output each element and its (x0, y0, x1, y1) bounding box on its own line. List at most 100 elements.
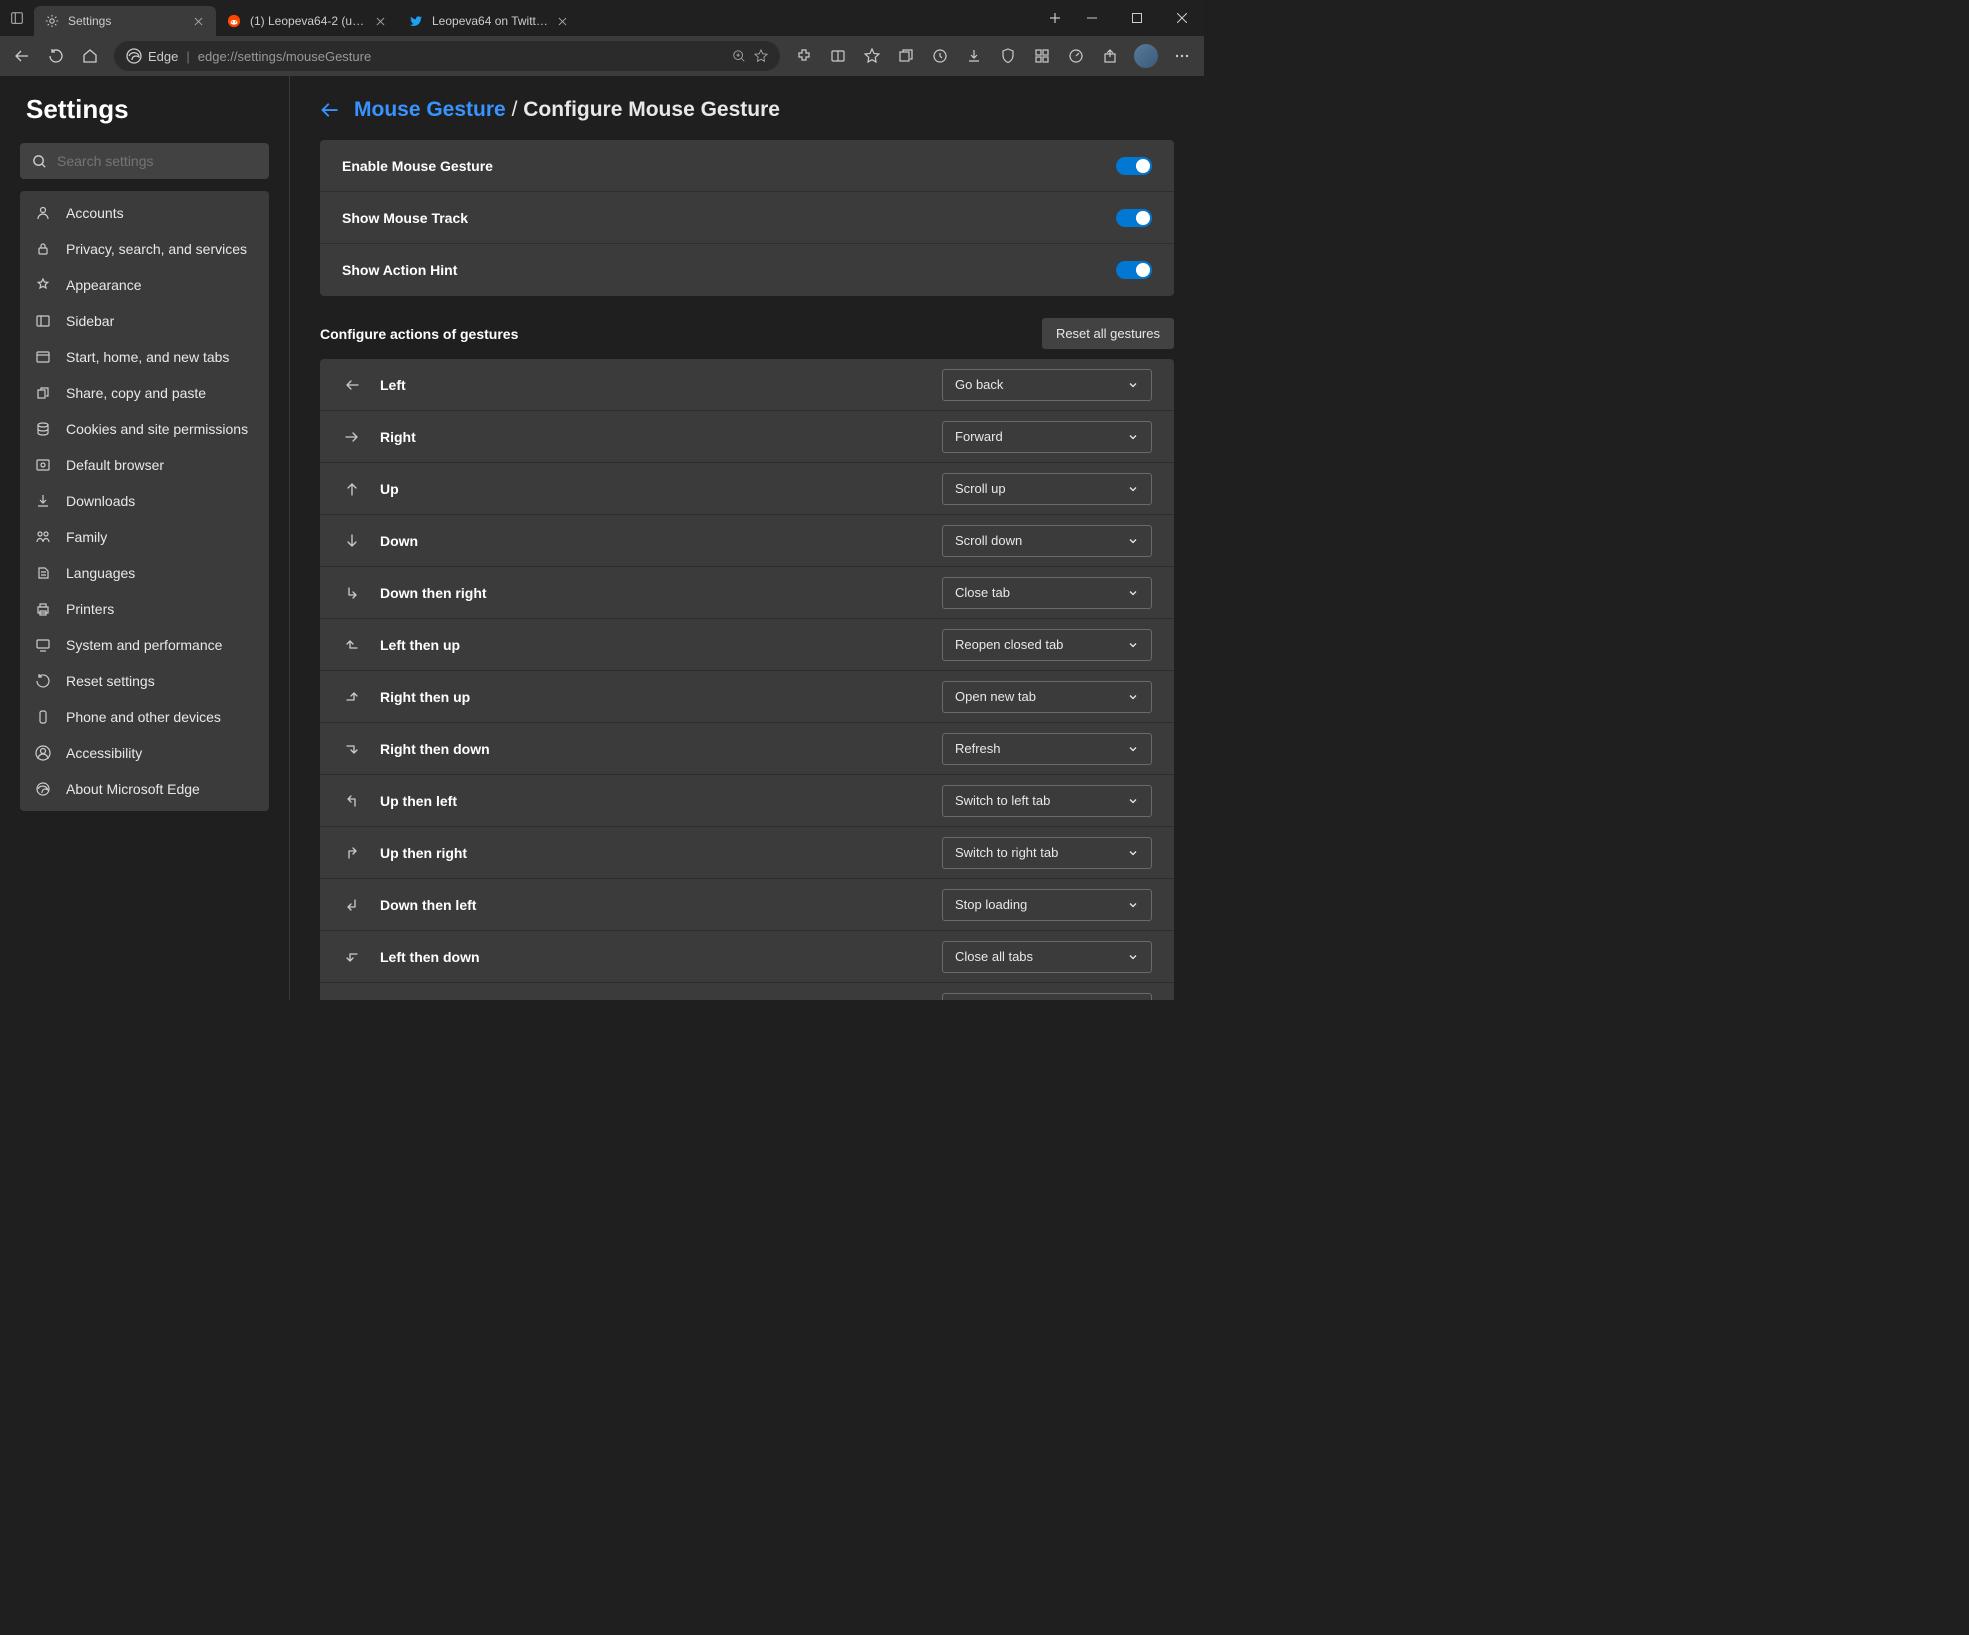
gesture-action-value: Open new tab (955, 689, 1036, 704)
gesture-down-right-icon (342, 583, 362, 603)
nav-item[interactable]: Accessibility (20, 735, 269, 771)
refresh-button[interactable] (40, 40, 72, 72)
tab-close-icon[interactable] (372, 13, 388, 29)
gesture-action-value: Reopen closed tab (955, 637, 1063, 652)
nav-icon (34, 600, 52, 618)
settings-sidebar: Settings AccountsPrivacy, search, and se… (0, 76, 290, 1000)
toggles-card: Enable Mouse Gesture Show Mouse Track Show… (320, 140, 1174, 296)
gesture-name: Down then right (380, 585, 942, 601)
gesture-action-select[interactable]: Switch to right tab (942, 837, 1152, 869)
nav-item[interactable]: Cookies and site permissions (20, 411, 269, 447)
address-url: edge://settings/mouseGesture (198, 49, 371, 64)
close-window-button[interactable] (1159, 0, 1204, 36)
gesture-action-select[interactable]: Switch to left tab (942, 785, 1152, 817)
gesture-action-select[interactable]: Scroll to bottom (942, 993, 1152, 1001)
more-menu-icon[interactable] (1166, 40, 1198, 72)
nav-icon (34, 204, 52, 222)
profile-avatar[interactable] (1134, 44, 1158, 68)
tab-close-icon[interactable] (554, 13, 570, 29)
nav-item[interactable]: Appearance (20, 267, 269, 303)
home-button[interactable] (74, 40, 106, 72)
nav-item[interactable]: Privacy, search, and services (20, 231, 269, 267)
gesture-name: Right (380, 429, 942, 445)
gesture-action-select[interactable]: Go back (942, 369, 1152, 401)
maximize-button[interactable] (1114, 0, 1159, 36)
tab-close-icon[interactable] (190, 13, 206, 29)
gesture-action-value: Close all tabs (955, 949, 1033, 964)
browser-tab[interactable]: Settings (34, 6, 216, 36)
apps-icon[interactable] (1026, 40, 1058, 72)
gesture-right-up-icon (342, 687, 362, 707)
search-input[interactable] (57, 153, 257, 169)
toggle-switch[interactable] (1116, 157, 1152, 175)
nav-item[interactable]: Family (20, 519, 269, 555)
nav-item[interactable]: Printers (20, 591, 269, 627)
nav-label: Default browser (66, 457, 164, 473)
toggle-switch[interactable] (1116, 209, 1152, 227)
gesture-action-select[interactable]: Stop loading (942, 889, 1152, 921)
nav-item[interactable]: Default browser (20, 447, 269, 483)
nav-item[interactable]: Share, copy and paste (20, 375, 269, 411)
tab-label: Leopeva64 on Twitter: "There are t (432, 14, 548, 28)
performance-icon[interactable] (1060, 40, 1092, 72)
nav-item[interactable]: Accounts (20, 195, 269, 231)
gesture-action-select[interactable]: Reopen closed tab (942, 629, 1152, 661)
split-screen-icon[interactable] (822, 40, 854, 72)
share-icon[interactable] (1094, 40, 1126, 72)
breadcrumb: Mouse Gesture / Configure Mouse Gesture (320, 98, 1174, 122)
gesture-left-down-icon (342, 947, 362, 967)
extensions-icon[interactable] (788, 40, 820, 72)
browser-tab[interactable]: (1) Leopeva64-2 (u/Leopeva64-2) (216, 6, 398, 36)
nav-label: Cookies and site permissions (66, 421, 248, 437)
toggle-label: Show Action Hint (342, 262, 457, 278)
chevron-down-icon (1127, 795, 1139, 807)
nav-label: Sidebar (66, 313, 114, 329)
nav-item[interactable]: Downloads (20, 483, 269, 519)
collections-icon[interactable] (890, 40, 922, 72)
nav-item[interactable]: Languages (20, 555, 269, 591)
gesture-action-select[interactable]: Refresh (942, 733, 1152, 765)
security-icon[interactable] (992, 40, 1024, 72)
gesture-action-value: Stop loading (955, 897, 1027, 912)
breadcrumb-parent[interactable]: Mouse Gesture (354, 98, 506, 121)
gesture-row: RightForward (320, 411, 1174, 463)
toggle-label: Show Mouse Track (342, 210, 468, 226)
minimize-button[interactable] (1069, 0, 1114, 36)
reset-gestures-button[interactable]: Reset all gestures (1042, 318, 1174, 349)
gesture-action-select[interactable]: Forward (942, 421, 1152, 453)
nav-item[interactable]: Phone and other devices (20, 699, 269, 735)
history-icon[interactable] (924, 40, 956, 72)
toggle-label: Enable Mouse Gesture (342, 158, 493, 174)
settings-search[interactable] (20, 143, 269, 179)
nav-icon (34, 492, 52, 510)
nav-item[interactable]: About Microsoft Edge (20, 771, 269, 807)
gesture-action-select[interactable]: Open new tab (942, 681, 1152, 713)
chevron-down-icon (1127, 431, 1139, 443)
zoom-icon[interactable] (732, 49, 746, 63)
new-tab-button[interactable] (1041, 4, 1069, 32)
chevron-down-icon (1127, 691, 1139, 703)
gesture-action-select[interactable]: Scroll down (942, 525, 1152, 557)
address-bar[interactable]: Edge | edge://settings/mouseGesture (114, 41, 780, 71)
back-button[interactable] (6, 40, 38, 72)
nav-item[interactable]: Start, home, and new tabs (20, 339, 269, 375)
favorite-star-icon[interactable] (754, 49, 768, 63)
tab-actions-icon[interactable] (10, 11, 24, 25)
window-controls (1069, 0, 1204, 36)
downloads-icon[interactable] (958, 40, 990, 72)
nav-item[interactable]: System and performance (20, 627, 269, 663)
gesture-action-select[interactable]: Scroll up (942, 473, 1152, 505)
nav-item[interactable]: Sidebar (20, 303, 269, 339)
gestures-header-label: Configure actions of gestures (320, 326, 518, 342)
browser-tab[interactable]: Leopeva64 on Twitter: "There are t (398, 6, 580, 36)
breadcrumb-back-icon[interactable] (320, 100, 340, 120)
nav-label: Share, copy and paste (66, 385, 206, 401)
favorites-icon[interactable] (856, 40, 888, 72)
gesture-arrow-left-icon (342, 375, 362, 395)
gesture-left-up-icon (342, 635, 362, 655)
nav-item[interactable]: Reset settings (20, 663, 269, 699)
gesture-action-select[interactable]: Close tab (942, 577, 1152, 609)
gesture-action-select[interactable]: Close all tabs (942, 941, 1152, 973)
tab-label: Settings (68, 14, 184, 28)
toggle-switch[interactable] (1116, 261, 1152, 279)
